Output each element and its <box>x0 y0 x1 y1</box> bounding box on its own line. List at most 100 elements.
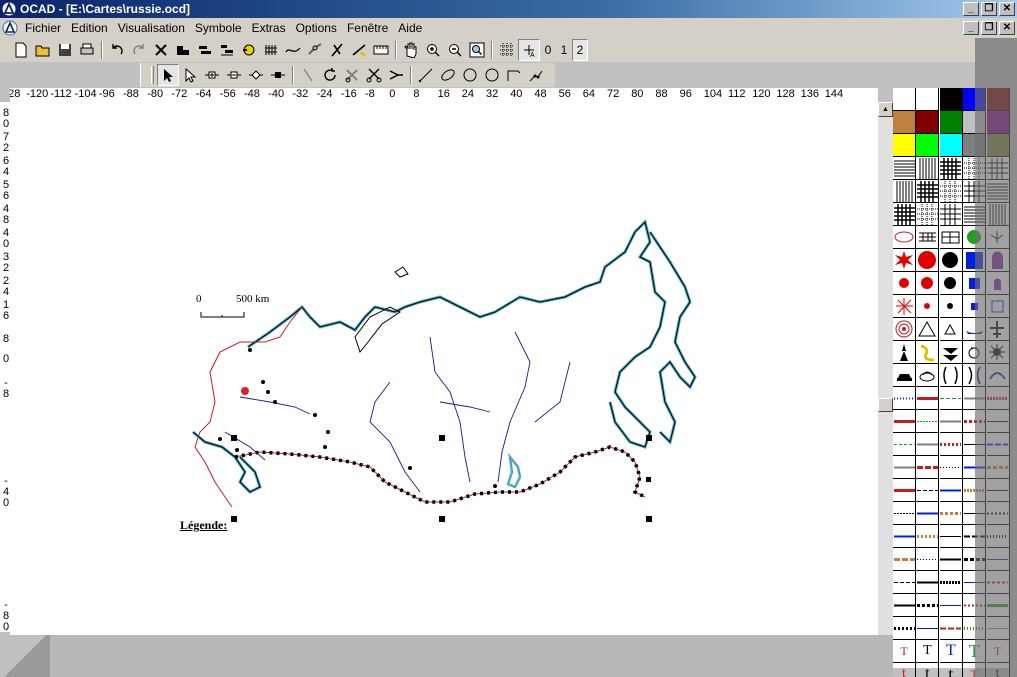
map-canvas[interactable]: 0 500 km Légende: <box>10 102 878 635</box>
restore-button[interactable]: ❐ <box>981 2 997 16</box>
doc-close-button[interactable]: ✕ <box>999 21 1015 35</box>
line-symbol[interactable] <box>893 387 916 410</box>
scissors-line-icon[interactable] <box>385 64 407 86</box>
zoom-window-icon[interactable] <box>466 39 488 61</box>
ruler-icon[interactable] <box>370 39 392 61</box>
open-folder-icon[interactable] <box>32 39 54 61</box>
point-symbol[interactable] <box>916 295 940 318</box>
color-swatch[interactable] <box>963 134 987 157</box>
layer-2-button[interactable]: 2 <box>572 39 588 61</box>
point-symbol[interactable] <box>986 341 1010 364</box>
line-symbol[interactable] <box>939 525 963 548</box>
point-symbol[interactable] <box>963 318 987 341</box>
color-swatch[interactable] <box>916 111 940 134</box>
pattern-symbol[interactable] <box>916 203 940 226</box>
pattern-symbol[interactable] <box>986 157 1010 180</box>
line-symbol[interactable] <box>916 594 940 617</box>
redo-icon[interactable] <box>128 39 150 61</box>
point-symbol[interactable] <box>893 226 916 249</box>
line-symbol[interactable] <box>963 410 987 433</box>
line-symbol[interactable] <box>916 525 940 548</box>
edit-point-icon[interactable] <box>179 64 201 86</box>
text-symbol[interactable]: t <box>916 663 940 677</box>
pattern-symbol[interactable] <box>893 180 916 203</box>
color-swatch[interactable] <box>893 134 916 157</box>
point-symbol[interactable] <box>963 341 987 364</box>
hatch-icon[interactable] <box>260 39 282 61</box>
line-symbol[interactable] <box>939 433 963 456</box>
point-symbol[interactable] <box>916 249 940 272</box>
scroll-thumb[interactable] <box>878 398 893 412</box>
line-symbol[interactable] <box>963 617 987 640</box>
point-symbol[interactable] <box>986 249 1010 272</box>
point-symbol[interactable] <box>986 318 1010 341</box>
line-symbol[interactable] <box>963 594 987 617</box>
save-icon[interactable] <box>54 39 76 61</box>
menu-edition[interactable]: Edition <box>66 21 113 35</box>
line-symbol[interactable] <box>939 571 963 594</box>
point-symbol[interactable] <box>939 249 963 272</box>
text-symbol[interactable]: T <box>939 640 963 663</box>
point-symbol[interactable] <box>963 226 987 249</box>
line-symbol[interactable] <box>893 433 916 456</box>
line-symbol[interactable] <box>963 387 987 410</box>
color-swatch[interactable] <box>986 88 1010 111</box>
line-symbol[interactable] <box>963 433 987 456</box>
line-symbol[interactable] <box>939 456 963 479</box>
ungroup-icon[interactable] <box>216 39 238 61</box>
freehand-icon[interactable] <box>415 64 437 86</box>
menu-visualisation[interactable]: Visualisation <box>113 21 190 35</box>
line-symbol[interactable] <box>916 617 940 640</box>
pattern-symbol[interactable] <box>916 157 940 180</box>
menu-fenetre[interactable]: Fenêtre <box>342 21 393 35</box>
point-symbol[interactable] <box>963 364 987 387</box>
point-symbol[interactable] <box>916 226 940 249</box>
grid-icon[interactable] <box>496 39 518 61</box>
line-symbol[interactable] <box>939 502 963 525</box>
point-symbol[interactable] <box>893 249 916 272</box>
zoom-out-icon[interactable] <box>444 39 466 61</box>
point-symbol[interactable] <box>986 272 1010 295</box>
pattern-symbol[interactable] <box>986 203 1010 226</box>
new-file-icon[interactable] <box>10 39 32 61</box>
text-symbol[interactable]: T <box>963 640 987 663</box>
line-symbol[interactable] <box>986 617 1010 640</box>
line-symbol[interactable] <box>916 456 940 479</box>
line-symbol[interactable] <box>916 502 940 525</box>
line-symbol[interactable] <box>986 502 1010 525</box>
point-symbol[interactable] <box>939 318 963 341</box>
color-swatch[interactable] <box>986 134 1010 157</box>
text-symbol[interactable]: t <box>893 663 916 677</box>
line-symbol[interactable] <box>939 548 963 571</box>
scissors-icon[interactable] <box>363 64 385 86</box>
text-symbol[interactable]: T <box>916 640 940 663</box>
text-symbol[interactable]: T <box>986 640 1010 663</box>
color-swatch[interactable] <box>939 111 963 134</box>
circle-icon[interactable] <box>459 64 481 86</box>
line-symbol[interactable] <box>916 387 940 410</box>
color-swatch[interactable] <box>939 88 963 111</box>
line-symbol[interactable] <box>963 525 987 548</box>
scroll-up-button[interactable]: ▲ <box>878 102 893 117</box>
line-symbol[interactable] <box>963 502 987 525</box>
line-symbol[interactable] <box>893 571 916 594</box>
add-point-icon[interactable] <box>201 64 223 86</box>
layer-0-button[interactable]: 0 <box>540 39 556 61</box>
menu-fichier[interactable]: Fichier <box>20 21 66 35</box>
undo-icon[interactable] <box>106 39 128 61</box>
line-symbol[interactable] <box>986 387 1010 410</box>
pattern-symbol[interactable] <box>963 157 987 180</box>
line-symbol[interactable] <box>916 433 940 456</box>
point-symbol[interactable] <box>939 226 963 249</box>
text-symbol[interactable]: T <box>893 640 916 663</box>
point-symbol[interactable] <box>893 364 916 387</box>
line-symbol[interactable] <box>939 410 963 433</box>
join-icon[interactable] <box>304 39 326 61</box>
point-symbol[interactable] <box>939 295 963 318</box>
pattern-symbol[interactable] <box>939 157 963 180</box>
rectangle-icon[interactable] <box>481 64 503 86</box>
reshape-icon[interactable] <box>348 39 370 61</box>
doc-restore-button[interactable]: ❐ <box>981 21 997 35</box>
corner-point-icon[interactable] <box>245 64 267 86</box>
text-symbol[interactable]: t <box>987 663 1010 677</box>
